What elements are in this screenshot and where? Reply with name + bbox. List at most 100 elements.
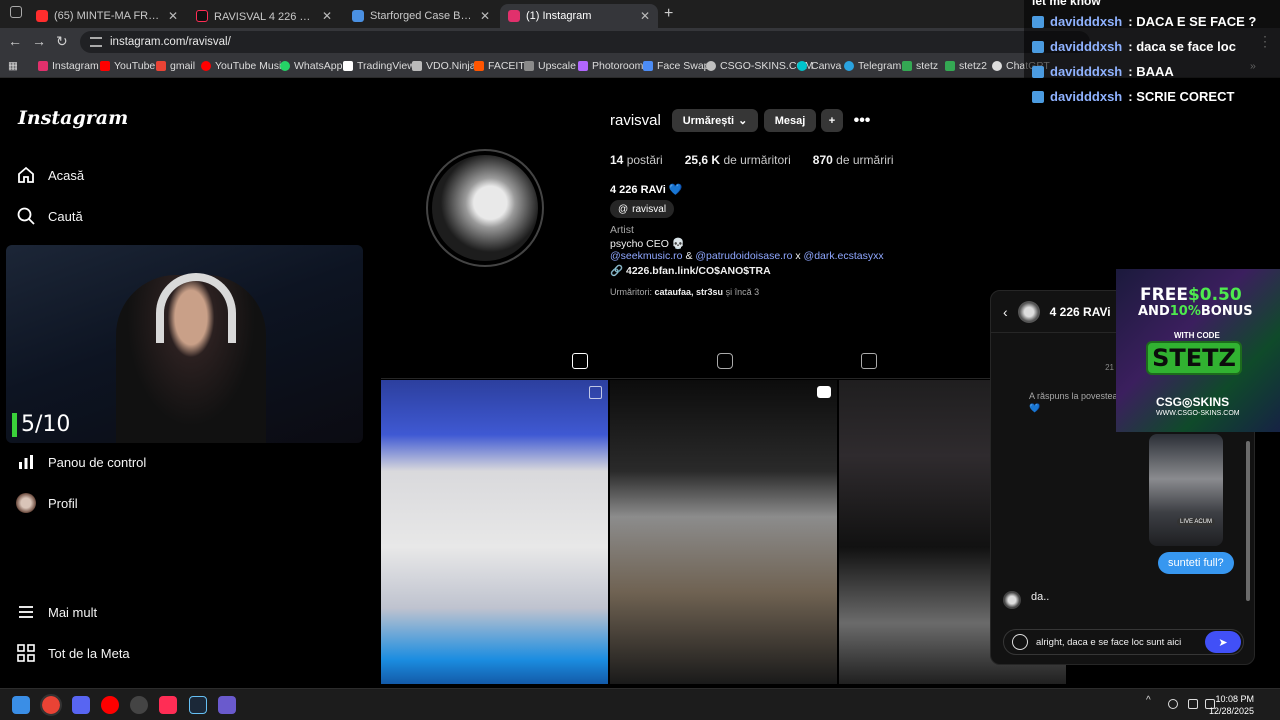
live-tag: LIVE ACUM [1177, 518, 1216, 526]
followed-by[interactable]: Urmăritori: cataufaa, str3su și încă 3 [610, 287, 759, 297]
bookmark-gmail[interactable]: gmail [156, 60, 195, 72]
dashboard-icon [19, 455, 33, 469]
bookmark-youtube-music[interactable]: YouTube Music [201, 60, 287, 72]
tab-close-icon[interactable]: ✕ [480, 9, 490, 23]
emoji-icon[interactable] [1012, 634, 1028, 650]
sidebar-item-home[interactable]: Acasă [16, 165, 84, 185]
mention-link[interactable]: @dark.ecstasyxx [804, 250, 884, 262]
menu-icon [19, 606, 33, 618]
windows-start-icon[interactable] [12, 696, 30, 714]
profile-avatar[interactable] [426, 149, 544, 267]
tab-close-icon[interactable]: ✕ [640, 9, 650, 23]
dm-message-input[interactable]: alright, daca e se face loc sunt aici ➤ [1003, 629, 1244, 655]
browser-tab-active[interactable]: (1) Instagram ✕ [500, 4, 658, 28]
chevron-down-icon: ⌄ [738, 115, 748, 127]
steam-icon[interactable] [189, 696, 207, 714]
csgo-skins-icon [706, 61, 716, 71]
microphone-icon[interactable] [1168, 699, 1178, 709]
reload-icon[interactable]: ↻ [56, 34, 68, 48]
bookmark-label: VDO.Ninja [426, 60, 476, 72]
reels-tab-icon[interactable] [717, 353, 733, 369]
chrome-icon[interactable] [40, 694, 62, 716]
following-stat[interactable]: 870 de urmăriri [813, 153, 894, 167]
followed-by-names: cataufaa, str3su [654, 287, 724, 297]
dm-scrollbar[interactable] [1246, 441, 1250, 601]
bookmark-instagram[interactable]: Instagram [38, 60, 99, 72]
bookmark-label: Canva [811, 60, 842, 72]
following-button[interactable]: Urmărești ⌄ [672, 109, 758, 132]
headphones-shape [156, 273, 236, 343]
browser-tab[interactable]: Starforged Case Boosted - CSG ✕ [344, 4, 498, 28]
followers-stat[interactable]: 25,6 K de urmăritori [685, 153, 791, 167]
tab-close-icon[interactable]: ✕ [322, 9, 332, 23]
chat-text: : DACA E SE FACE ? [1128, 14, 1257, 29]
bookmark-tradingview[interactable]: TradingView [343, 60, 415, 72]
back-icon[interactable]: ← [8, 34, 22, 48]
bookmark-label: YouTube [114, 60, 156, 72]
bookmark-faceit[interactable]: FACEIT [474, 60, 525, 72]
chat-text: : daca se face loc [1128, 39, 1236, 54]
profile-link[interactable]: 🔗 4226.bfan.link/CO$ANO$TRA [610, 264, 771, 277]
suggest-user-button[interactable]: + [821, 109, 843, 132]
reel-icon [817, 386, 831, 398]
forward-icon[interactable]: → [32, 34, 46, 48]
system-clock[interactable]: 10:08 PM 12/28/2025 [1209, 693, 1254, 717]
score-text: 5/10 [21, 412, 71, 437]
bookmark-canva[interactable]: Canva [797, 60, 841, 72]
dm-story-preview[interactable]: LIVE ACUM [1149, 434, 1223, 546]
mention-link[interactable]: @seekmusic.ro [610, 250, 683, 262]
app-icon[interactable] [218, 696, 236, 714]
send-icon[interactable]: ➤ [1205, 631, 1241, 653]
youtube-music-icon [201, 61, 211, 71]
posts-grid-tab-icon[interactable] [572, 353, 588, 369]
post-thumbnail[interactable] [381, 380, 608, 684]
dm-avatar[interactable] [1017, 300, 1040, 323]
bookmark-stetz[interactable]: stetz [902, 60, 938, 72]
mention-link[interactable]: @patrudoidoisase.ro [695, 250, 792, 262]
address-bar[interactable]: instagram.com/ravisval/ [80, 31, 1090, 53]
bookmark-upscale[interactable]: Upscale [524, 60, 576, 72]
tray-overflow-icon[interactable]: ^ [1146, 695, 1156, 706]
bookmark-photoroom[interactable]: Photoroom [578, 60, 643, 72]
tiktok-icon[interactable] [159, 696, 177, 714]
bookmark-label: gmail [170, 60, 196, 72]
sidebar-item-dashboard[interactable]: Panou de control [16, 452, 146, 472]
bookmark-face-swap[interactable]: Face Swap [643, 60, 710, 72]
bookmark-telegram[interactable]: Telegram [844, 60, 901, 72]
threads-badge[interactable]: @ ravisval [610, 200, 675, 218]
bookmark-vdo-ninja[interactable]: VDO.Ninja [412, 60, 476, 72]
ad-line2: AND10%BONUS [1138, 304, 1253, 319]
obs-icon[interactable] [130, 696, 148, 714]
bookmark-stetz2[interactable]: stetz2 [945, 60, 987, 72]
bookmark-youtube[interactable]: YouTube [100, 60, 155, 72]
apps-grid-icon[interactable]: ▦ [8, 60, 18, 72]
sidebar-item-label: Tot de la Meta [48, 645, 130, 661]
instagram-logo[interactable]: Instagram [18, 107, 128, 129]
sidebar-item-more[interactable]: Mai mult [16, 602, 97, 622]
discord-icon[interactable] [72, 696, 90, 714]
bookmark-whatsapp[interactable]: WhatsApp [280, 60, 342, 72]
tradingview-icon [343, 61, 353, 71]
youtube-icon[interactable] [101, 696, 119, 714]
browser-tab[interactable]: (65) MINTE-MA FRUMOS cu Em ✕ [28, 4, 186, 28]
clock-time: 10:08 PM [1215, 694, 1254, 704]
new-tab-icon[interactable]: + [664, 5, 673, 23]
profile-display-name: 4 226 RAVi 💙 [610, 184, 683, 196]
site-info-icon[interactable] [90, 37, 102, 47]
browser-tab[interactable]: RAVISVAL 4 226 🚀 (@ ✕ [188, 4, 340, 28]
more-options-icon[interactable]: ••• [850, 109, 874, 132]
sidebar-item-profile[interactable]: Profil [16, 493, 78, 513]
dm-contact-name[interactable]: 4 226 RAVi [1050, 305, 1111, 319]
network-icon[interactable] [1188, 699, 1198, 709]
tagged-tab-icon[interactable] [861, 353, 877, 369]
sidebar-item-search[interactable]: Caută [16, 206, 83, 226]
message-button[interactable]: Mesaj [764, 109, 816, 132]
back-chevron-icon[interactable]: ‹ [1003, 304, 1008, 320]
chat-text: : BAAA [1128, 64, 1174, 79]
post-thumbnail[interactable] [610, 380, 837, 684]
score-bar [12, 412, 17, 437]
kick-badge-icon [1032, 40, 1044, 53]
tab-close-icon[interactable]: ✕ [168, 9, 178, 23]
sidebar-item-meta[interactable]: Tot de la Meta [16, 643, 130, 663]
tab-search-icon[interactable] [10, 6, 22, 18]
